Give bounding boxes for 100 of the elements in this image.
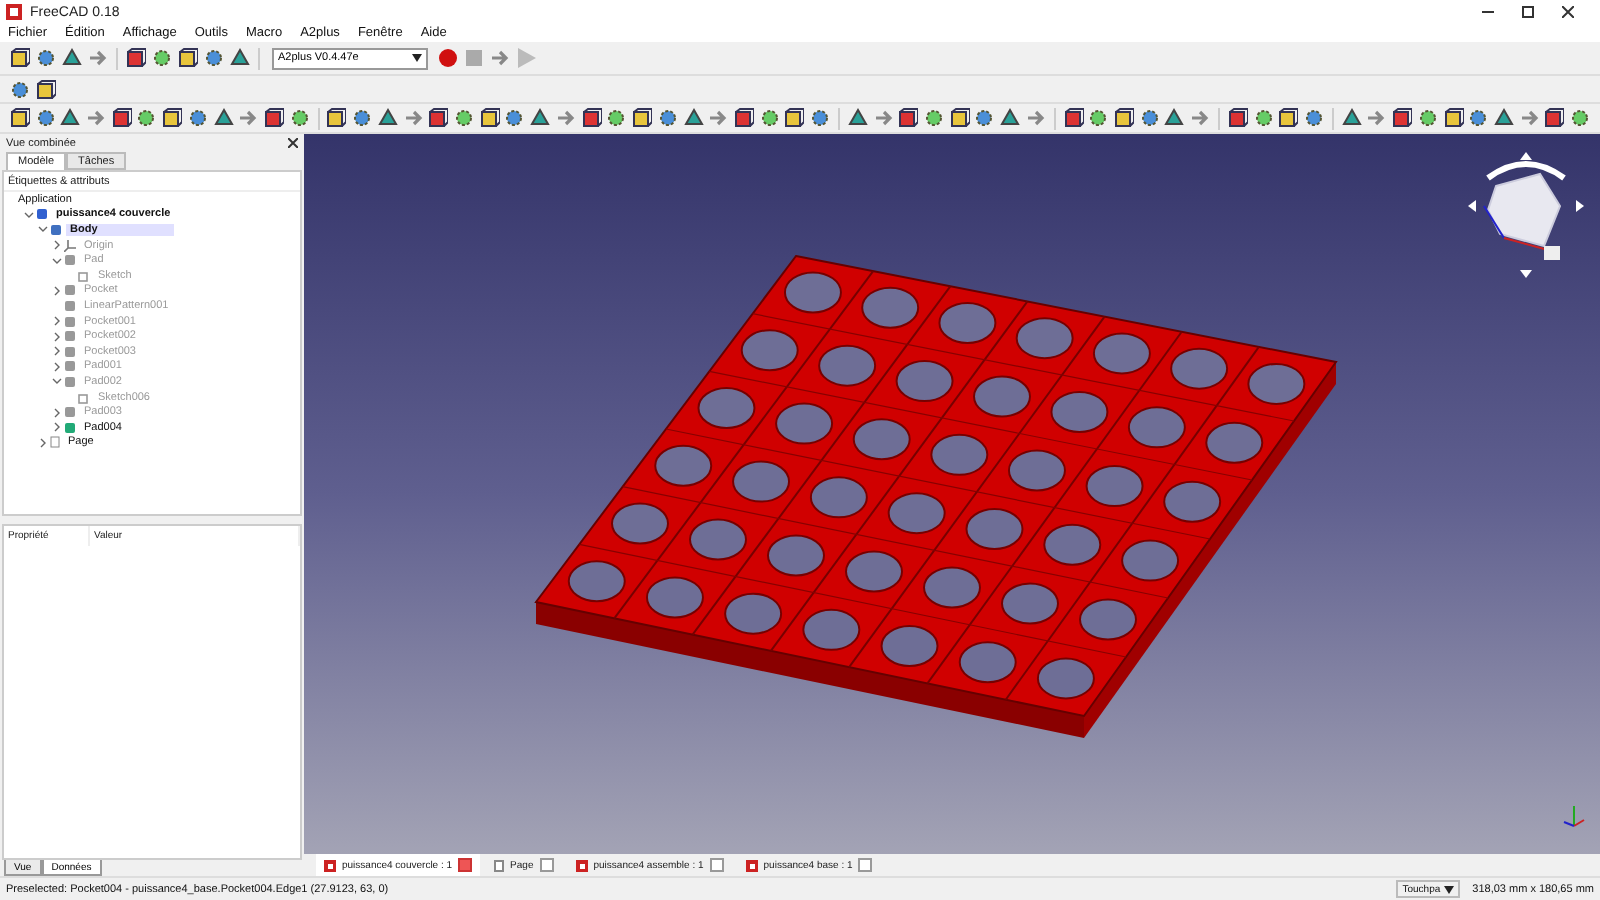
gear-icon [1253,108,1274,128]
toolbar-button[interactable] [58,106,83,130]
toolbar-button[interactable] [1415,106,1440,130]
toolbar-button[interactable] [1112,106,1136,130]
toolbar-button[interactable] [186,106,210,130]
shape-icon [230,48,250,68]
toolbar-button[interactable] [1568,106,1592,130]
toolbar-button[interactable] [477,106,502,130]
expand-caret-icon[interactable] [52,240,62,251]
toolbar-button[interactable] [1251,106,1275,130]
toolbar-button[interactable] [757,106,782,130]
expand-caret-icon[interactable] [52,422,62,433]
record-button[interactable] [436,46,460,70]
expand-caret-icon[interactable] [38,224,48,235]
cube-icon [10,48,30,68]
maximize-icon[interactable] [1522,6,1534,18]
toolbar-button[interactable] [732,106,756,130]
toolbar-button[interactable] [922,106,946,130]
toolbar-button[interactable] [176,46,200,70]
toolbar-button[interactable] [1339,106,1363,130]
toolbar-button[interactable] [1086,106,1111,130]
toolbar-button[interactable] [1137,106,1162,130]
shape-icon [60,108,81,128]
close-icon[interactable] [1562,6,1574,18]
toolbar-button[interactable] [34,46,58,70]
toolbar-button[interactable] [325,106,349,130]
toolbar-button[interactable] [998,106,1022,130]
toolbar-button[interactable] [528,106,553,130]
3d-viewport[interactable] [304,134,1600,854]
toolbar-button[interactable] [655,106,680,130]
toolbar-button[interactable] [350,106,375,130]
toolbar-button[interactable] [605,106,629,130]
expand-caret-icon[interactable] [52,331,62,342]
arrow-icon [1519,108,1540,128]
toolbar-button[interactable] [1492,106,1516,130]
toolbar-button[interactable] [1390,106,1414,130]
shape-icon [683,108,704,128]
arrow-icon [873,108,894,128]
gear-icon [1570,108,1591,128]
toolbar-button[interactable] [33,106,57,130]
minimize-icon[interactable] [1482,6,1494,18]
toolbar-button[interactable] [503,106,527,130]
toolbar-button[interactable] [845,106,870,130]
toolbar-button[interactable] [681,106,705,130]
toolbar-button[interactable] [1302,106,1326,130]
toolbar-button[interactable] [109,106,134,130]
toolbar-button[interactable] [1276,106,1301,130]
expand-caret-icon[interactable] [52,255,62,266]
axis-triad-icon [1560,802,1588,830]
toolbar-button[interactable] [1543,106,1567,130]
toolbar-button[interactable] [1225,106,1250,130]
toolbar-button[interactable] [808,106,832,130]
toolbar-button[interactable] [579,106,603,130]
cube-icon [581,108,602,128]
toolbar-button[interactable] [8,77,32,101]
toolbar-button[interactable] [947,106,972,130]
toolbar-button[interactable] [262,106,286,130]
toolbar-button[interactable] [8,46,32,70]
toolbar-button[interactable] [211,106,235,130]
toolbar-button[interactable] [1466,106,1491,130]
toolbar-button[interactable] [1061,106,1085,130]
expand-caret-icon[interactable] [24,209,34,220]
cube-icon [1278,108,1299,128]
toolbar-button[interactable] [124,46,148,70]
toolbar-button[interactable] [783,106,807,130]
expand-caret-icon[interactable] [52,361,62,372]
gear-icon [352,108,373,128]
cube-icon [162,108,183,128]
toolbar-button[interactable] [228,46,252,70]
app-logo-icon [575,859,588,871]
toolbar-button[interactable] [376,106,400,130]
expand-caret-icon[interactable] [52,376,62,387]
toolbar-button[interactable] [426,106,451,130]
close-icon[interactable] [288,138,298,148]
toolbar-button[interactable] [1441,106,1465,130]
toolbar-button[interactable] [150,46,174,70]
toolbar-button[interactable] [1163,106,1187,130]
expand-caret-icon[interactable] [52,285,62,296]
toolbar-button[interactable] [287,106,312,130]
toolbar-button[interactable] [160,106,185,130]
expand-caret-icon[interactable] [52,407,62,418]
toolbar-button[interactable] [452,106,476,130]
toolbar-button[interactable] [135,106,159,130]
toolbar-button[interactable] [34,77,58,101]
cube-icon [428,108,449,128]
toolbar-button[interactable] [630,106,654,130]
gear-icon [1303,108,1324,128]
stop-icon [464,48,484,68]
expand-caret-icon[interactable] [52,346,62,357]
arrow-icon [403,108,424,128]
toolbar-button[interactable] [202,46,226,70]
toolbar-button[interactable] [973,106,997,130]
toolbar-button[interactable] [896,106,921,130]
shape-icon [213,108,234,128]
shape-icon [1164,108,1185,128]
expand-caret-icon[interactable] [52,316,62,327]
toolbar-button[interactable] [8,106,32,130]
dropdown-caret-icon [1444,885,1455,893]
toolbar-button[interactable] [60,46,84,70]
expand-caret-icon[interactable] [38,437,48,448]
